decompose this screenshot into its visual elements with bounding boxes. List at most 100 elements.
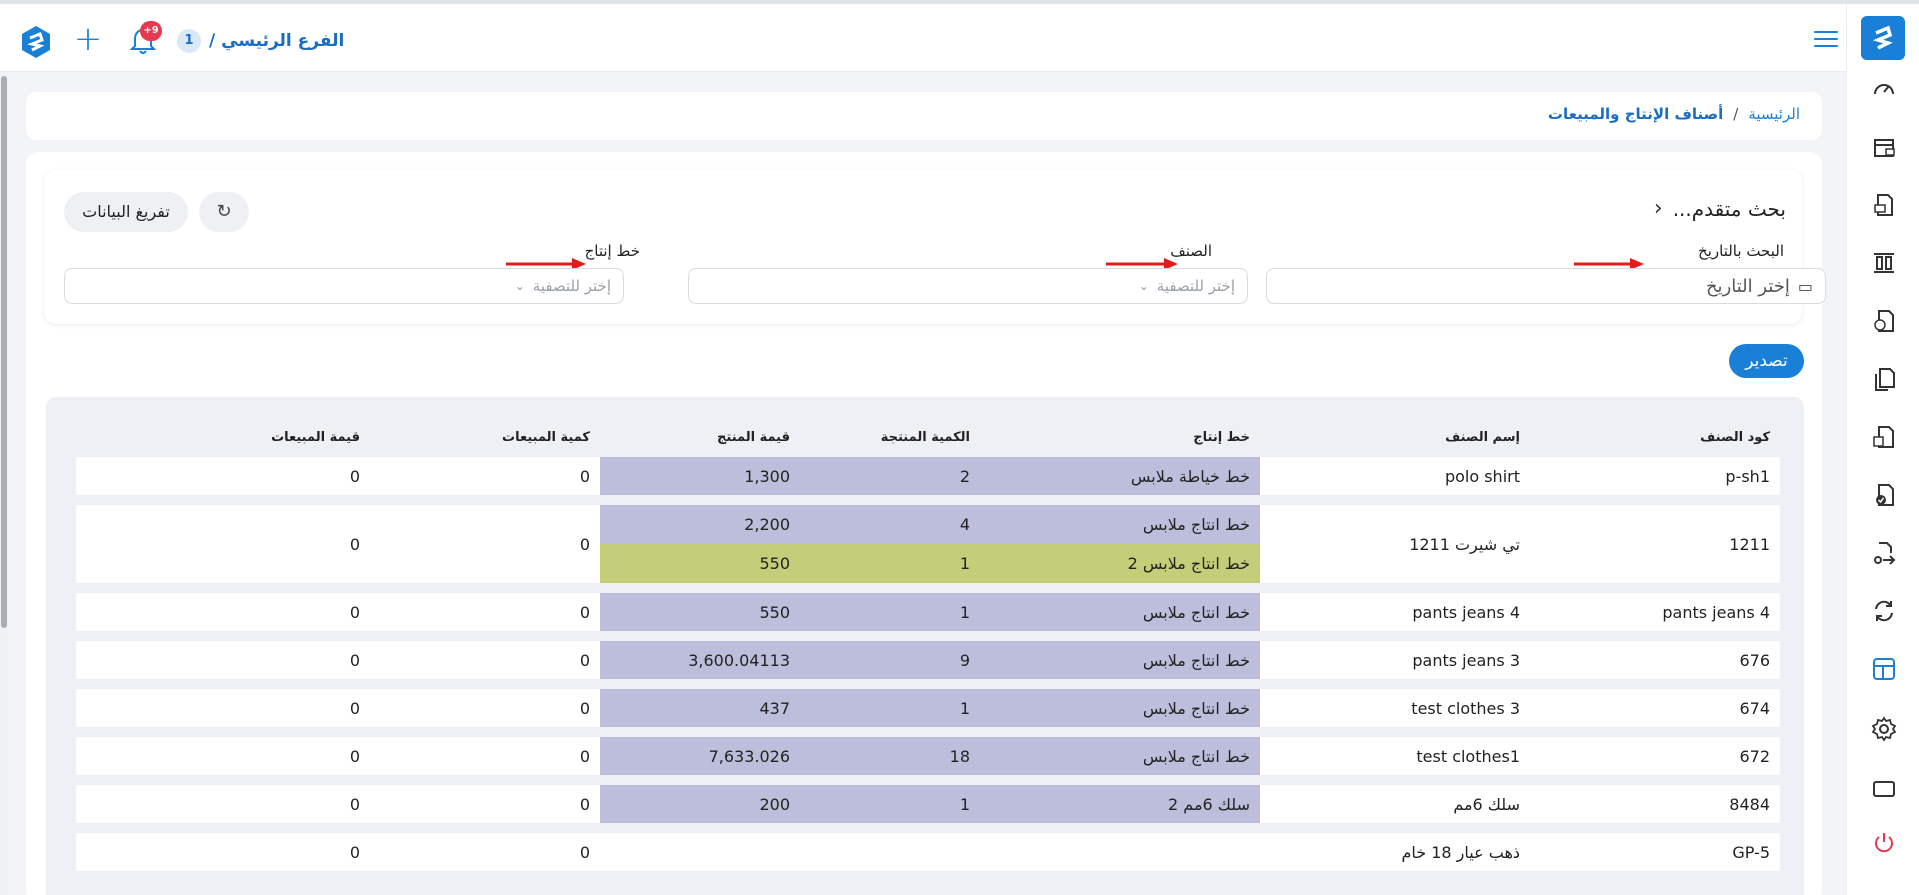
cell-sales-qty: 0 [370,593,600,631]
cell-code: 672 [1530,737,1780,775]
power-icon[interactable] [1871,830,1897,856]
main-card: بحث متقدم... ‹ ↻ تفريغ البيانات البحث با… [26,152,1826,895]
cell-produced-qty: 1 [800,689,980,727]
cell-product-value: 437 [600,689,800,727]
boxes-icon[interactable] [1871,424,1897,450]
category-filter-placeholder: إختر للتصفية [1156,277,1235,295]
cell-sales-value: 0 [76,689,370,727]
branch-selector[interactable]: 1 الفرع الرئيسي / [177,28,344,54]
refresh-button[interactable]: ↻ [199,192,249,232]
cell-name: سلك 6مم [1260,785,1530,823]
branch-number: 1 [177,29,201,53]
add-icon[interactable]: + [70,22,106,58]
cell-line [980,833,1260,871]
scrollbar-thumb[interactable] [1,76,7,628]
transfer-icon[interactable] [1871,540,1897,566]
cell-sales-qty: 0 [370,505,600,583]
cell-product-value: 2,200 [600,505,800,544]
cell-line-group: خط انتاج ملابس خط انتاج ملابس 2 [980,505,1260,583]
table-row: 676 pants jeans 3 خط انتاج ملابس 9 3,600… [76,641,1780,679]
menu-icon[interactable] [1814,31,1838,51]
production-line-filter-placeholder: إختر للتصفية [532,277,611,295]
cell-name: test clothes 3 [1260,689,1530,727]
dashboard-icon[interactable] [1871,76,1897,102]
document-check-icon[interactable] [1871,482,1897,508]
cell-name: pants jeans 3 [1260,641,1530,679]
header-line[interactable]: خط إنتاج [980,427,1260,447]
cell-sales-qty: 0 [370,689,600,727]
advanced-search-title: بحث متقدم... [1672,196,1786,221]
cell-code: GP-5 [1530,833,1780,871]
date-filter-label: البحث بالتاريخ [1698,242,1784,260]
cell-name: test clothes1 [1260,737,1530,775]
breadcrumb: الرئيسية / أصناف الإنتاج والمبيعات [1548,105,1800,123]
breadcrumb-home-link[interactable]: الرئيسية [1748,105,1800,123]
chevron-down-icon: ⌄ [514,279,525,293]
cell-sales-qty: 0 [370,457,600,495]
store-icon[interactable] [1871,134,1897,160]
cell-line: خط انتاج ملابس 2 [980,544,1260,583]
cell-code: 1211 [1530,505,1780,583]
layout-icon[interactable] [1871,656,1897,682]
cell-code: 674 [1530,689,1780,727]
cell-sales-value: 0 [76,505,370,583]
calendar-icon: ▭ [1797,276,1813,296]
header-sales-value[interactable]: قيمة المبيعات [76,427,370,447]
export-button[interactable]: تصدير [1729,344,1804,378]
scrollbar[interactable] [0,72,8,895]
cell-sales-value: 0 [76,593,370,631]
clear-data-button[interactable]: تفريغ البيانات [64,192,188,232]
cell-produced-qty: 1 [800,544,980,583]
cell-product-value: 200 [600,785,800,823]
cell-sales-qty: 0 [370,737,600,775]
date-filter-input[interactable]: ▭ إختر التاريخ [1266,268,1826,304]
cell-sales-value: 0 [76,457,370,495]
cell-code: pants jeans 4 [1530,593,1780,631]
cell-sales-value: 0 [76,785,370,823]
header-sales-qty[interactable]: كمية المبيعات [370,427,600,447]
cell-product-value: 7,633.026 [600,737,800,775]
cell-line: خط انتاج ملابس [980,641,1260,679]
cell-line: خط انتاج ملابس [980,689,1260,727]
cell-name: تي شيرت 1211 [1260,505,1530,583]
cell-sales-value: 0 [76,737,370,775]
refresh-icon: ↻ [216,201,232,222]
cell-produced-qty: 9 [800,641,980,679]
table-row: 8484 سلك 6مم سلك 6مم 2 1 200 0 0 [76,785,1780,823]
cell-sales-value: 0 [76,833,370,871]
sync-icon[interactable] [1871,598,1897,624]
app-logo-icon[interactable] [18,24,54,60]
header-produced-qty[interactable]: الكمية المنتجة [800,427,980,447]
table-container: كود الصنف إسم الصنف خط إنتاج الكمية المن… [46,397,1804,895]
table-row: p-sh1 polo shirt خط خياطة ملابس 2 1,300 … [76,457,1780,495]
breadcrumb-card: الرئيسية / أصناف الإنتاج والمبيعات [26,92,1822,140]
cell-code: 8484 [1530,785,1780,823]
sidebar-logo-icon[interactable] [1861,16,1905,60]
invoice-icon[interactable] [1871,192,1897,218]
table-row: 672 test clothes1 خط انتاج ملابس 18 7,63… [76,737,1780,775]
category-filter-select[interactable]: إختر للتصفية ⌄ [688,268,1248,304]
columns-icon[interactable] [1871,250,1897,276]
cell-produced-qty: 1 [800,593,980,631]
gear-icon[interactable] [1871,716,1897,742]
production-line-filter-label: خط إنتاج [584,242,640,260]
header-name[interactable]: إسم الصنف [1260,427,1530,447]
production-line-filter-select[interactable]: إختر للتصفية ⌄ [64,268,624,304]
cell-product-value: 3,600.04113 [600,641,800,679]
header-code[interactable]: كود الصنف [1530,427,1780,447]
table-row: 1211 تي شيرت 1211 خط انتاج ملابس خط انتا… [76,505,1780,583]
cell-product-value: 550 [600,593,800,631]
production-sales-table: كود الصنف إسم الصنف خط إنتاج الكمية المن… [76,417,1780,881]
document-exchange-icon[interactable] [1871,308,1897,334]
documents-icon[interactable] [1871,366,1897,392]
breadcrumb-current: أصناف الإنتاج والمبيعات [1547,105,1724,123]
screen-icon[interactable] [1871,776,1897,802]
advanced-search-toggle[interactable]: بحث متقدم... ‹ [1654,196,1786,221]
date-filter-placeholder: إختر التاريخ [1705,275,1790,297]
cell-line: خط انتاج ملابس [980,505,1260,544]
cell-produced-qty-group: 4 1 [800,505,980,583]
cell-name: ذهب عيار 18 خام [1260,833,1530,871]
cell-sales-qty: 0 [370,785,600,823]
cell-sales-value: 0 [76,641,370,679]
header-product-value[interactable]: قيمة المنتج [600,427,800,447]
